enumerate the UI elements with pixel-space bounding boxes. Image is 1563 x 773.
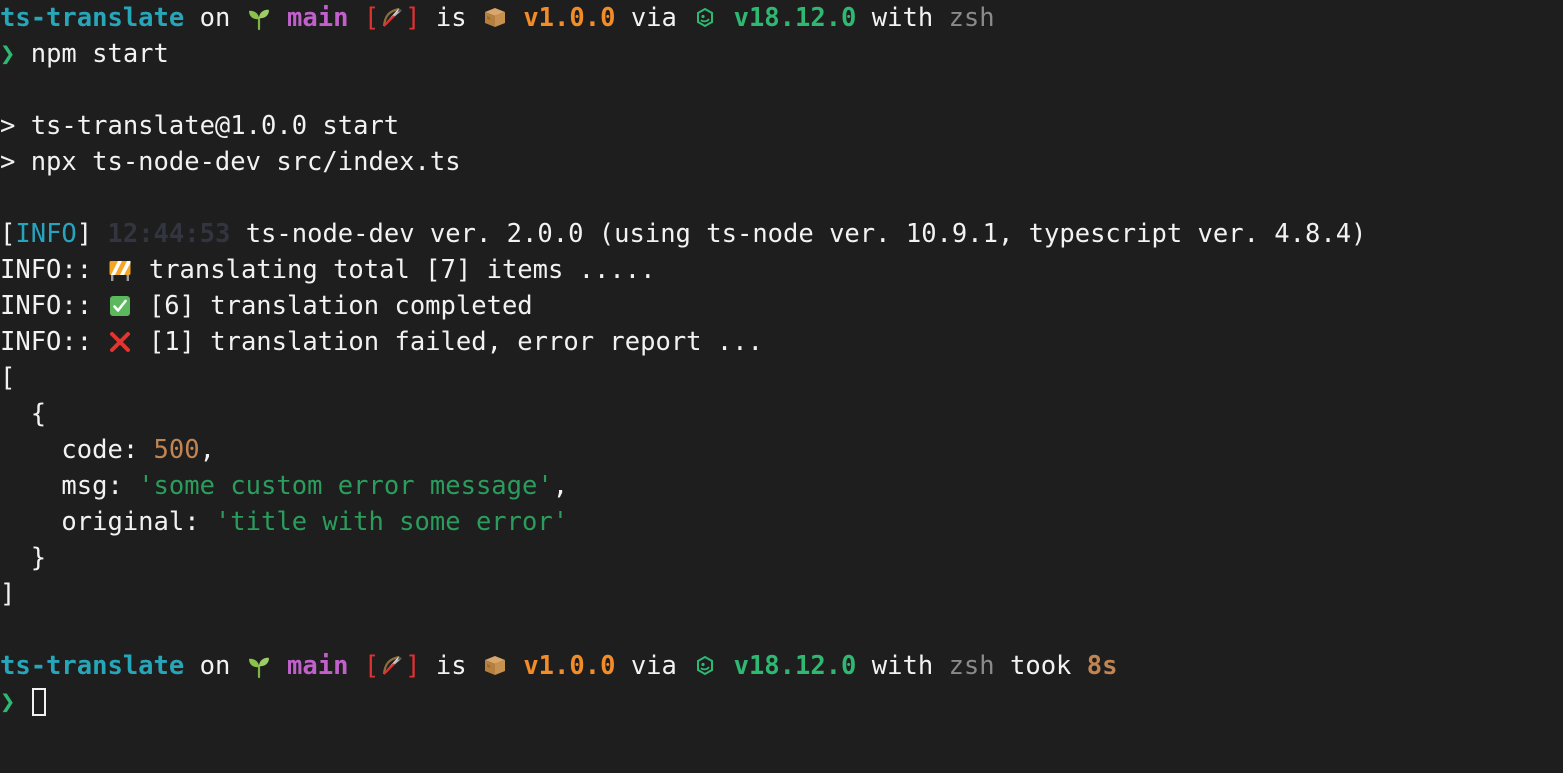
prompt-bracket-open: [	[363, 3, 380, 33]
npm-output-text: > npx ts-node-dev src/index.ts	[0, 147, 461, 177]
prompt-package-version: v1.0.0	[523, 3, 616, 33]
npm-output-line-1: > npx ts-node-dev src/index.ts	[0, 144, 1563, 180]
prompt-took-label: took	[1009, 651, 1072, 681]
bracket-text: [	[0, 363, 16, 393]
command-line-second[interactable]: ❯	[0, 684, 1563, 720]
prompt-git-branch: main	[287, 651, 349, 681]
error-object-open: {	[0, 396, 1563, 432]
field-trailing: ,	[552, 471, 569, 501]
seedling-icon	[246, 653, 272, 679]
nodejs-icon	[692, 653, 718, 679]
info-line-completed: INFO:: [6] translation completed	[0, 288, 1563, 324]
log-bracket-open: [	[0, 219, 16, 249]
error-field-original: original: 'title with some error'	[0, 504, 1563, 540]
error-array-open: [	[0, 360, 1563, 396]
field-trailing: ,	[199, 435, 215, 465]
prompt-project-name: ts-translate	[0, 3, 185, 33]
package-icon	[482, 5, 508, 31]
info-prefix: INFO::	[0, 291, 93, 321]
field-value: 500	[153, 435, 200, 465]
info-prefix: INFO::	[0, 327, 93, 357]
terminal-window[interactable]: ts-translate on main [] is v1.0.0 via v1…	[0, 0, 1563, 773]
check-mark-button-icon	[107, 293, 133, 319]
bow-and-arrow-icon	[379, 653, 405, 679]
info-message: [1] translation failed, error report ...	[148, 327, 763, 357]
error-object-close: }	[0, 540, 1563, 576]
construction-icon	[107, 257, 133, 283]
prompt-line-second: ts-translate on main [] is v1.0.0 via v1…	[0, 648, 1563, 684]
prompt-package-version: v1.0.0	[523, 651, 616, 681]
prompt-node-version: v18.12.0	[733, 651, 857, 681]
info-prefix: INFO::	[0, 255, 93, 285]
error-field-msg: msg: 'some custom error message',	[0, 468, 1563, 504]
prompt-is-label: is	[435, 3, 467, 33]
field-value: 'title with some error'	[214, 507, 569, 537]
brace-text: {	[30, 399, 47, 429]
prompt-git-branch: main	[287, 3, 349, 33]
command-line-first[interactable]: ❯ npm start	[0, 36, 1563, 72]
prompt-node-version: v18.12.0	[733, 3, 857, 33]
prompt-took-duration: 8s	[1086, 651, 1118, 681]
text-cursor	[31, 688, 46, 716]
log-level-label: INFO	[15, 219, 77, 249]
command-text[interactable]: npm start	[31, 39, 169, 69]
npm-output-line-0: > ts-translate@1.0.0 start	[0, 108, 1563, 144]
prompt-shell-name: zsh	[948, 3, 995, 33]
prompt-on-label: on	[199, 651, 231, 681]
prompt-via-label: via	[630, 651, 677, 681]
field-value: 'some custom error message'	[138, 471, 553, 501]
prompt-chevron-icon: ❯	[0, 39, 16, 69]
prompt-bracket-open: [	[363, 651, 380, 681]
field-key: original:	[61, 507, 200, 537]
brace-text: }	[30, 543, 47, 573]
prompt-line-first: ts-translate on main [] is v1.0.0 via v1…	[0, 0, 1563, 36]
info-message: translating total [7] items .....	[148, 255, 656, 285]
ts-node-dev-log-line: [INFO] 12:44:53 ts-node-dev ver. 2.0.0 (…	[0, 216, 1563, 252]
prompt-is-label: is	[435, 651, 467, 681]
error-field-code: code: 500,	[0, 432, 1563, 468]
prompt-via-label: via	[630, 3, 677, 33]
package-icon	[482, 653, 508, 679]
info-message: [6] translation completed	[148, 291, 533, 321]
log-bracket-close: ]	[76, 219, 93, 249]
log-timestamp: 12:44:53	[107, 219, 231, 249]
prompt-with-label: with	[871, 3, 934, 33]
prompt-chevron-icon: ❯	[0, 687, 16, 717]
prompt-with-label: with	[871, 651, 934, 681]
prompt-bracket-close: ]	[405, 3, 421, 33]
prompt-shell-name: zsh	[948, 651, 995, 681]
prompt-on-label: on	[199, 3, 231, 33]
error-array-close: ]	[0, 576, 1563, 612]
field-key: msg:	[61, 471, 123, 501]
prompt-project-name: ts-translate	[0, 651, 185, 681]
nodejs-icon	[692, 5, 718, 31]
seedling-icon	[246, 5, 272, 31]
cross-mark-icon	[107, 329, 133, 355]
info-line-translating: INFO:: translating total [7] items .....	[0, 252, 1563, 288]
field-key: code:	[61, 435, 139, 465]
bracket-text: ]	[0, 579, 16, 609]
info-line-failed: INFO:: [1] translation failed, error rep…	[0, 324, 1563, 360]
npm-output-text: > ts-translate@1.0.0 start	[0, 111, 400, 141]
bow-and-arrow-icon	[379, 5, 405, 31]
log-message: ts-node-dev ver. 2.0.0 (using ts-node ve…	[245, 219, 1367, 249]
prompt-bracket-close: ]	[405, 651, 421, 681]
